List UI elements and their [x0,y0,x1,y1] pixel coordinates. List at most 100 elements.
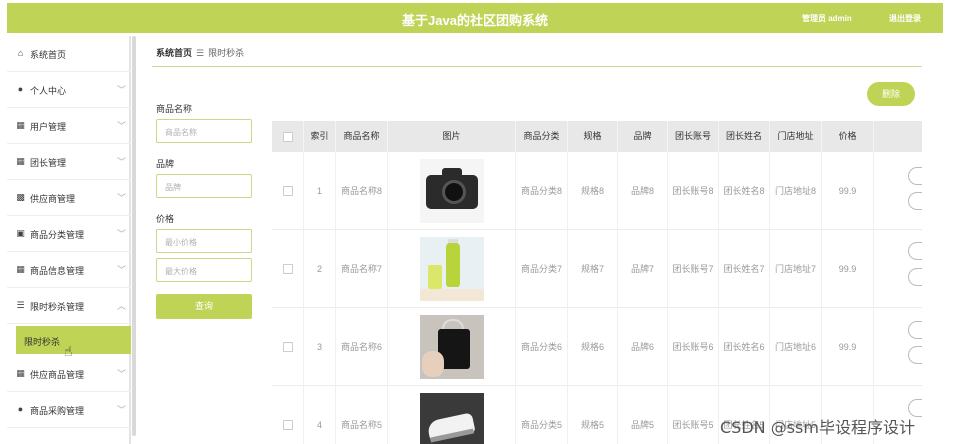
column-header[interactable]: 商品名称 [336,121,388,152]
sidebar-item-suppliers[interactable]: ▩ 供应商管理 ﹀ [7,180,131,216]
sidebar-item-flash-sale[interactable]: ☰ 限时秒杀管理 ︿ [7,288,131,324]
column-header[interactable]: 门店地址 [770,121,822,152]
cell-spec: 规格7 [568,230,618,308]
column-header[interactable]: 规格 [568,121,618,152]
cell-category-text: 商品分类5 [520,420,562,430]
sidebar-item-products[interactable]: ▦ 商品信息管理 ﹀ [7,252,131,288]
chevron-down-icon: ﹀ [117,121,127,131]
cell-price: 99.9 [822,152,874,230]
cell-name-text: 商品名称6 [340,342,382,352]
row-checkbox[interactable] [282,186,293,196]
cell-brand: 品牌6 [618,308,668,386]
sidebar-item-leaders[interactable]: ▦ 团长管理 ﹀ [7,144,131,180]
column-header[interactable]: 索引 [304,121,336,152]
brand-filter-input[interactable]: 品牌 [156,174,252,198]
cell-category-text: 商品分类7 [520,264,562,274]
row-action-button[interactable] [908,167,922,185]
row-checkbox[interactable] [282,264,293,274]
cell-leader-name: 团长姓名6 [719,308,770,386]
operations-header [874,121,922,152]
sidebar-item-label: 系统首页 [30,50,67,60]
table-row[interactable]: 3 商品名称6 商品分类6 规格6 品牌6 团长账号6 团长姓名6 门店地址6 … [272,308,922,386]
row-action-button[interactable] [908,192,922,210]
breadcrumb-home[interactable]: 系统首页 [156,48,192,58]
sidebar-item-purchasing[interactable]: ● 商品采购管理 ﹀ [7,392,131,428]
chevron-up-icon: ︿ [117,301,127,311]
cell-leader-name-text: 团长姓名7 [723,264,765,274]
cell-leader-account: 团长账号6 [668,308,719,386]
top-bar: 基于Java的社区团购系统 管理员 admin 退出登录 [7,3,943,33]
sidebar-item-label: 供应商品管理 [30,370,85,380]
cell-name: 商品名称6 [336,308,388,386]
row-checkbox-cell [272,308,304,386]
breadcrumb-divider [152,66,922,67]
sidebar-scrollbar[interactable] [132,36,136,436]
sidebar-item-home[interactable]: ⌂ 系统首页 [7,36,131,72]
cell-image [388,386,516,444]
cell-index: 3 [304,308,336,386]
sidebar-subitem-flash-sale[interactable]: 限时秒杀 [16,326,131,354]
camera-product-image [419,159,484,223]
column-header[interactable]: 商品分类 [516,121,568,152]
sidebar-item-label: 供应商管理 [30,194,76,204]
column-header[interactable]: 图片 [388,121,516,152]
grid-dots-icon: ▩ [16,192,25,202]
breadcrumb-separator-icon: ☰ [196,48,205,58]
sidebar-item-personal-center[interactable]: ● 个人中心 ﹀ [7,72,131,108]
brand-filter-placeholder: 品牌 [165,183,181,192]
cell-brand: 品牌5 [618,386,668,444]
cell-leader-name-text: 团长姓名6 [723,342,765,352]
cell-category-text: 商品分类6 [520,342,562,352]
column-header[interactable]: 价格 [822,121,874,152]
row-action-button[interactable] [908,346,922,364]
logout-link[interactable]: 退出登录 [889,13,921,24]
column-header[interactable]: 品牌 [618,121,668,152]
brand-filter-label: 品牌 [156,159,175,169]
cell-address-text: 门店地址8 [774,186,816,196]
cell-category: 商品分类6 [516,308,568,386]
sidebar-item-categories[interactable]: ▣ 商品分类管理 ﹀ [7,216,131,252]
column-header[interactable]: 团长姓名 [719,121,770,152]
min-price-input[interactable]: 最小价格 [156,229,252,253]
shoe-product-image [419,393,484,444]
cell-address-text: 门店地址6 [774,342,816,352]
row-checkbox[interactable] [282,420,293,430]
row-checkbox[interactable] [282,342,293,352]
name-filter-input[interactable]: 商品名称 [156,119,252,143]
cell-leader-name-text: 团长姓名8 [723,186,765,196]
cell-category-text: 商品分类8 [520,186,562,196]
sidebar-item-label: 商品信息管理 [30,266,85,276]
row-action-button[interactable] [908,242,922,260]
row-checkbox-cell [272,230,304,308]
sidebar-item-supply-products[interactable]: ▦ 供应商品管理 ﹀ [7,356,131,392]
table-row[interactable]: 2 商品名称7 商品分类7 规格7 品牌7 团长账号7 团长姓名7 门店地址7 … [272,230,922,308]
sidebar-item-label: 商品分类管理 [30,230,85,240]
current-user-label: 管理员 admin [802,14,852,23]
row-action-button[interactable] [908,321,922,339]
bag-product-image [419,315,484,379]
name-filter-placeholder: 商品名称 [165,128,197,137]
cell-leader-account-text: 团长账号7 [672,264,714,274]
cell-leader-account-text: 团长账号5 [672,420,714,430]
row-checkbox-cell [272,152,304,230]
select-all-cell [272,121,304,152]
chevron-down-icon: ﹀ [117,193,127,203]
table-row[interactable]: 1 商品名称8 商品分类8 规格8 品牌8 团长账号8 团长姓名8 门店地址8 … [272,152,922,230]
sidebar-item-label: 团长管理 [30,158,67,168]
column-header[interactable]: 团长账号 [668,121,719,152]
cell-name-text: 商品名称7 [340,264,382,274]
min-price-placeholder: 最小价格 [165,238,197,247]
cell-leader-account-text: 团长账号6 [672,342,714,352]
query-button[interactable]: 查询 [156,294,252,319]
chevron-down-icon: ﹀ [117,157,127,167]
cell-price: 99.9 [822,230,874,308]
sidebar-item-users[interactable]: ▦ 用户管理 ﹀ [7,108,131,144]
max-price-input[interactable]: 最大价格 [156,258,252,282]
sidebar-subitem-label: 限时秒杀 [24,337,61,347]
row-action-button[interactable] [908,268,922,286]
cell-leader-account: 团长账号7 [668,230,719,308]
grid-icon: ▦ [16,368,25,378]
select-all-checkbox[interactable] [282,131,293,142]
cell-name: 商品名称5 [336,386,388,444]
delete-button[interactable]: 删除 [867,82,915,106]
